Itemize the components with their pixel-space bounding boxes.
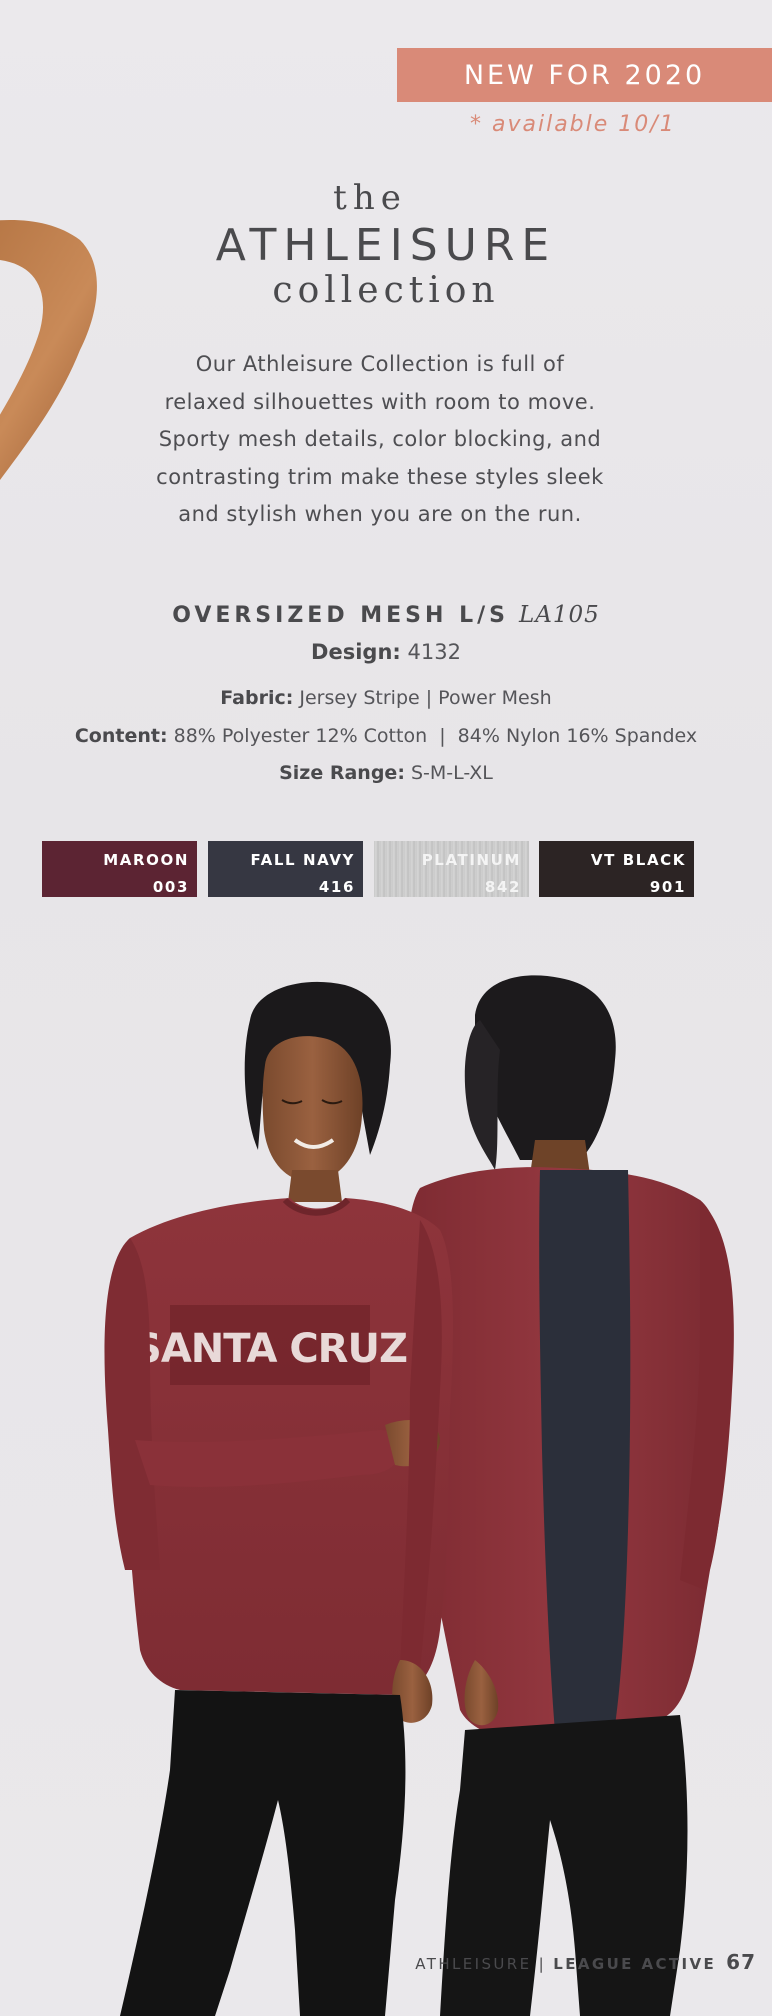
footer-separator: | bbox=[531, 1955, 554, 1973]
page-footer: ATHLEISURE | LEAGUE ACTIVE 67 bbox=[386, 1950, 756, 1974]
new-for-2020-banner: NEW FOR 2020 bbox=[397, 48, 772, 102]
title-the: the bbox=[333, 178, 407, 218]
model-back-view bbox=[407, 975, 734, 2016]
swatch-maroon: MAROON 003 bbox=[42, 841, 197, 897]
swatch-name: FALL NAVY bbox=[250, 851, 355, 869]
swatch-code: 842 bbox=[484, 878, 521, 896]
intro-line: relaxed silhouettes with room to move. bbox=[164, 389, 596, 414]
intro-line: Sporty mesh details, color blocking, and bbox=[158, 427, 602, 451]
content-spec: Content: 88% Polyester 12% Cotton | 84% … bbox=[0, 725, 772, 747]
footer-section: ATHLEISURE bbox=[415, 1955, 532, 1973]
swatch-fall-navy: FALL NAVY 416 bbox=[208, 841, 363, 897]
title-athleisure: ATHLEISURE bbox=[215, 220, 557, 271]
design-value: 4132 bbox=[407, 640, 461, 664]
content-label: Content: bbox=[74, 725, 168, 747]
fabric-label: Fabric: bbox=[220, 687, 294, 709]
swatch-code: 901 bbox=[649, 878, 686, 896]
product-heading: OVERSIZED MESH L/S LA105 bbox=[0, 602, 772, 628]
shirt-print-text: SANTA CRUZ bbox=[133, 1326, 407, 1372]
intro-line: Our Athleisure Collection is full of bbox=[195, 352, 565, 376]
swatch-code: 003 bbox=[152, 878, 189, 896]
product-name: OVERSIZED MESH L/S bbox=[172, 603, 509, 628]
page-number: 67 bbox=[726, 1950, 756, 1974]
intro-line: contrasting trim make these styles sleek bbox=[156, 464, 604, 489]
footer-brand: LEAGUE ACTIVE bbox=[553, 1955, 717, 1973]
intro-paragraph: Our Athleisure Collection is full of rel… bbox=[130, 346, 630, 534]
swatch-vt-black: VT BLACK 901 bbox=[539, 841, 694, 897]
swatch-platinum: PLATINUM 842 bbox=[374, 841, 529, 897]
product-sku: LA105 bbox=[518, 602, 600, 628]
fabric-value: Jersey Stripe | Power Mesh bbox=[299, 687, 552, 709]
intro-line: and stylish when you are on the run. bbox=[178, 502, 582, 526]
size-spec: Size Range: S-M-L-XL bbox=[0, 762, 772, 784]
title-collection: collection bbox=[272, 270, 500, 311]
design-label: Design: bbox=[311, 640, 401, 664]
content-value: 88% Polyester 12% Cotton | 84% Nylon 16%… bbox=[173, 725, 698, 747]
swatch-name: VT BLACK bbox=[590, 851, 686, 869]
availability-note: * available 10/1 bbox=[470, 112, 676, 137]
swatch-name: MAROON bbox=[103, 851, 189, 869]
swatch-name: PLATINUM bbox=[421, 851, 521, 869]
fabric-spec: Fabric: Jersey Stripe | Power Mesh bbox=[0, 687, 772, 709]
size-label: Size Range: bbox=[279, 762, 405, 784]
product-photo: SANTA CRUZ bbox=[104, 975, 734, 2016]
color-swatches: MAROON 003 FALL NAVY 416 PLATINUM 842 VT… bbox=[42, 841, 694, 897]
size-value: S-M-L-XL bbox=[410, 762, 493, 784]
swatch-code: 416 bbox=[318, 878, 355, 896]
design-spec: Design: 4132 bbox=[0, 640, 772, 664]
model-front-view: SANTA CRUZ bbox=[104, 981, 453, 2016]
catalog-page: NEW FOR 2020 * available 10/1 the ATHLEI… bbox=[0, 0, 772, 2016]
